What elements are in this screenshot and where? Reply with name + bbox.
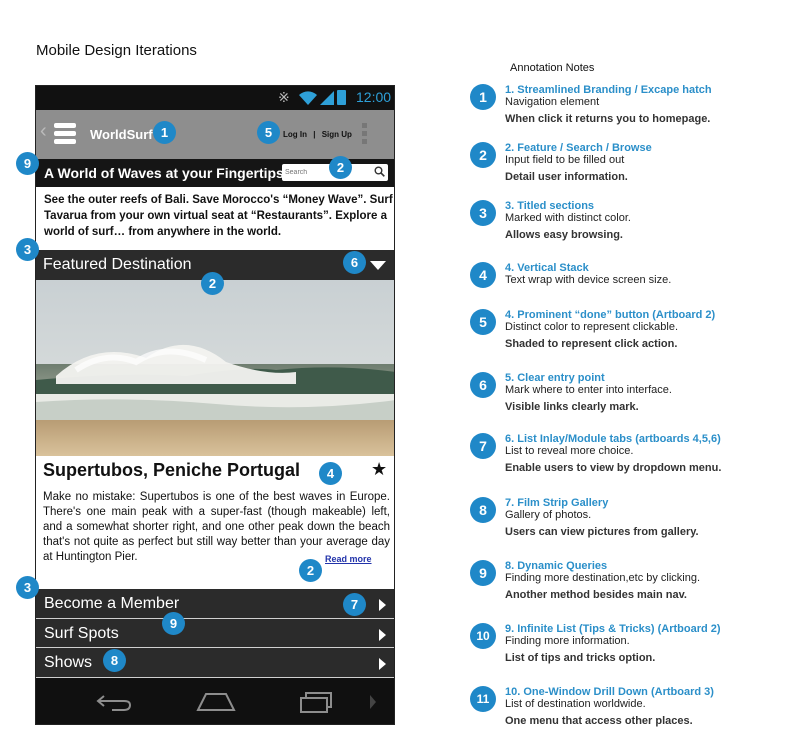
badge-tagline: 9 (16, 152, 39, 175)
list-item-label: Become a Member (44, 595, 180, 612)
note-number: 4 (470, 262, 496, 288)
note-text: Mark where to enter into interface. (505, 384, 672, 396)
note-detail: Shaded to represent click action. (505, 338, 678, 350)
note-text: Input field to be filled out (505, 154, 625, 166)
login-link[interactable]: Log In (283, 130, 307, 139)
signup-link[interactable]: Sign Up (322, 130, 352, 139)
status-bar: ※ 12:00 (36, 86, 394, 110)
note-heading: 5. Clear entry point (505, 372, 605, 384)
dropdown-arrow-icon[interactable] (370, 261, 386, 270)
badge-dropdown: 6 (343, 251, 366, 274)
home-icon[interactable] (196, 690, 236, 712)
note-number: 9 (470, 560, 496, 586)
featured-wave-photo[interactable] (36, 280, 395, 456)
note-heading: 4. Prominent “done” button (Artboard 2) (505, 309, 716, 321)
note-heading: 4. Vertical Stack (505, 262, 589, 274)
status-time: 12:00 (356, 89, 392, 105)
note-heading: 7. Film Strip Gallery (505, 497, 609, 509)
note-text: List to reveal more choice. (505, 445, 634, 457)
note-heading: 8. Dynamic Queries (505, 560, 608, 572)
note-detail: Enable users to view by dropdown menu. (505, 462, 722, 474)
note-text: Text wrap with device screen size. (505, 274, 672, 286)
battery-icon (337, 90, 346, 105)
badge-search: 2 (329, 156, 352, 179)
note-heading: 10. One-Window Drill Down (Artboard 3) (505, 686, 714, 698)
search-icon[interactable] (374, 166, 385, 177)
app-bar: ‹ WorldSurf Log In | Sign Up (36, 110, 394, 159)
badge-shows: 8 (103, 649, 126, 672)
bluetooth-icon: ※ (278, 89, 290, 105)
note-number: 1 (470, 84, 496, 110)
note-text: List of destination worldwide. (505, 698, 646, 710)
badge-surf-spots: 9 (162, 612, 185, 635)
intro-text: See the outer reefs of Bali. Save Morocc… (44, 194, 393, 238)
note-heading: 9. Infinite List (Tips & Tricks) (Artboa… (505, 623, 721, 635)
note-detail: When click it returns you to homepage. (505, 113, 711, 125)
favorite-star-icon[interactable]: ★ (371, 459, 387, 480)
note-heading: 3. Titled sections (505, 200, 595, 212)
note-text: Navigation element (505, 96, 600, 108)
list-item-label: Surf Spots (44, 624, 119, 642)
chevron-right-icon (379, 658, 386, 670)
featured-section-label: Featured Destination (43, 256, 192, 273)
note-detail: Visible links clearly mark. (505, 401, 639, 413)
back-chevron-icon[interactable]: ‹ (40, 120, 47, 143)
list-item-shows[interactable]: Shows (36, 648, 394, 678)
badge-brand: 1 (153, 121, 176, 144)
note-text: Gallery of photos. (505, 509, 592, 521)
page-title: Mobile Design Iterations (36, 42, 197, 59)
note-number: 11 (470, 686, 496, 712)
hamburger-menu-icon[interactable] (54, 123, 76, 144)
note-heading: 2. Feature / Search / Browse (505, 142, 652, 154)
signal-icon (320, 91, 334, 105)
note-detail: Allows easy browsing. (505, 229, 623, 241)
note-number: 5 (470, 309, 496, 335)
note-text: Distinct color to represent clickable. (505, 321, 679, 333)
note-number: 10 (470, 623, 496, 649)
badge-login: 5 (257, 121, 280, 144)
auth-separator: | (313, 130, 316, 139)
note-text: Marked with distinct color. (505, 212, 631, 224)
badge-title: 4 (319, 462, 342, 485)
overflow-menu-icon[interactable] (362, 123, 368, 147)
nav-chevron-icon (370, 695, 376, 709)
note-heading: 6. List Inlay/Module tabs (artboards 4,5… (505, 433, 721, 445)
note-number: 2 (470, 142, 496, 168)
note-detail: List of tips and tricks option. (505, 652, 656, 664)
note-detail: Another method besides main nav. (505, 589, 687, 601)
note-number: 6 (470, 372, 496, 398)
chevron-right-icon (379, 628, 386, 641)
back-icon[interactable] (96, 692, 134, 712)
brand-logo[interactable]: WorldSurf (90, 127, 153, 142)
note-detail: One menu that access other places. (505, 715, 693, 727)
tagline: A World of Waves at your Fingertips (44, 165, 284, 181)
phone-mockup: ※ 12:00 ‹ WorldSurf Log In | Sign Up A W… (35, 85, 395, 725)
badge-photo: 2 (201, 272, 224, 295)
note-detail: Users can view pictures from gallery. (505, 526, 699, 538)
badge-section: 3 (16, 238, 39, 261)
note-text: Finding more information. (505, 635, 630, 647)
badge-read-more: 2 (299, 559, 322, 582)
auth-links: Log In | Sign Up (283, 130, 352, 139)
chevron-right-icon (379, 599, 386, 611)
system-nav-bar (36, 678, 394, 724)
search-input[interactable] (285, 166, 365, 179)
list-item-surf-spots[interactable]: Surf Spots (36, 618, 394, 648)
recent-apps-icon[interactable] (298, 690, 334, 714)
note-number: 3 (470, 200, 496, 226)
note-detail: Detail user information. (505, 171, 628, 183)
badge-list: 3 (16, 576, 39, 599)
annotation-notes-title: Annotation Notes (510, 62, 595, 74)
list-item-label: Shows (44, 654, 93, 671)
note-number: 7 (470, 433, 496, 459)
note-heading: 1. Streamlined Branding / Excape hatch (505, 84, 712, 96)
badge-member: 7 (343, 593, 366, 616)
note-text: Finding more destination,etc by clicking… (505, 572, 701, 584)
nav-list: Become a Member Surf Spots Shows (36, 589, 394, 678)
list-item-become-member[interactable]: Become a Member (36, 589, 394, 619)
wifi-icon (299, 91, 317, 105)
read-more-link[interactable]: Read more (325, 554, 372, 564)
destination-title: Supertubos, Peniche Portugal (43, 460, 301, 480)
note-number: 8 (470, 497, 496, 523)
